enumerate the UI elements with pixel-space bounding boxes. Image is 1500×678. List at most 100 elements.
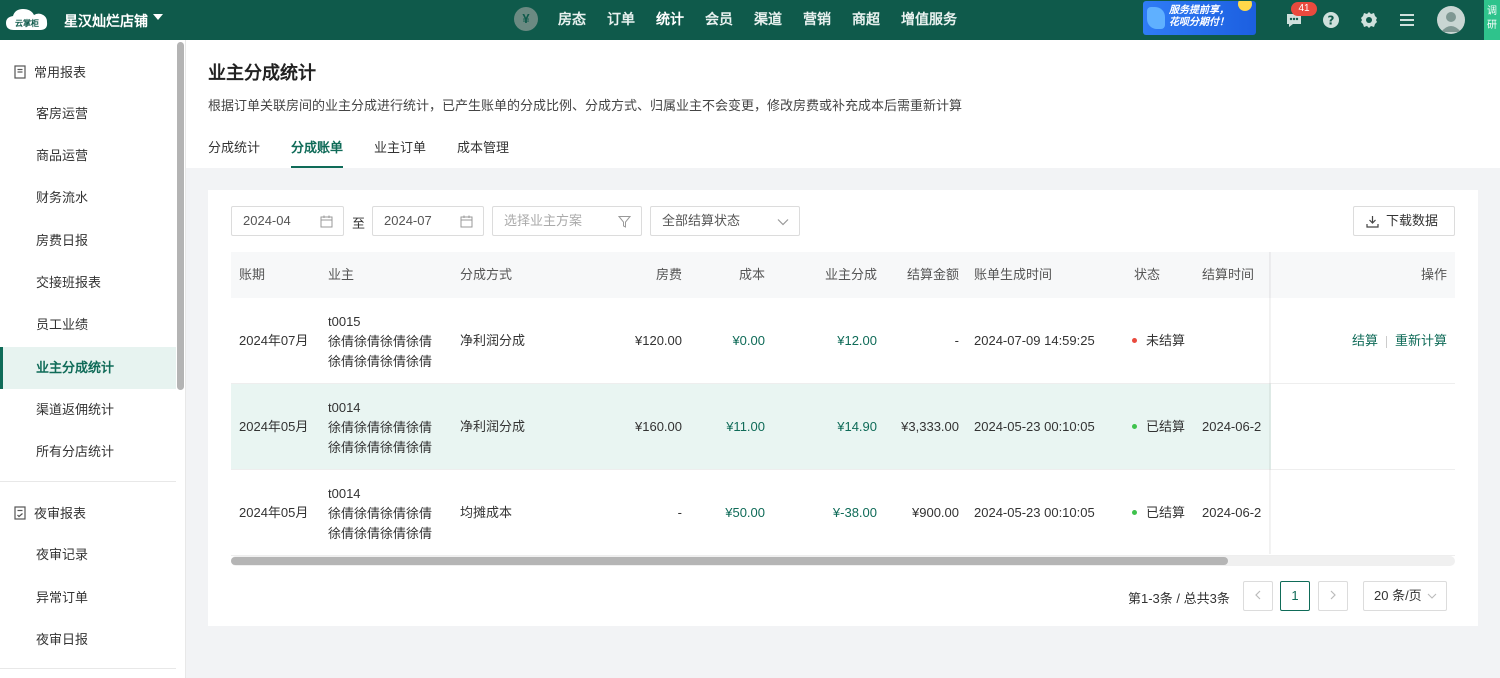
nav-orders[interactable]: 订单 (607, 0, 635, 40)
cell-room-fee: ¥160.00 (635, 419, 682, 434)
recalculate-button[interactable]: 重新计算 (1395, 333, 1447, 348)
cell-cost: ¥0.00 (732, 333, 765, 348)
cell-owner-share: ¥12.00 (837, 333, 877, 348)
sidebar-scrollbar[interactable] (177, 42, 184, 390)
nav-value-added-services[interactable]: 增值服务 (901, 0, 957, 40)
settle-button[interactable]: 结算 (1352, 333, 1378, 348)
svg-text:?: ? (1328, 14, 1335, 28)
settings-gear-icon[interactable] (1359, 10, 1379, 30)
sidebar-item-finance-flow[interactable]: 财务流水 (0, 177, 176, 219)
start-month-picker[interactable]: 2024-04 (231, 206, 344, 236)
sidebar-group-night-audit[interactable]: 夜审报表 (14, 503, 86, 522)
tab-share-stats[interactable]: 分成统计 (208, 137, 260, 168)
owner-plan-select[interactable]: 选择业主方案 (492, 206, 642, 236)
cell-owner: t0014 徐倩徐倩徐倩徐倩 徐倩徐倩徐倩徐倩 (328, 398, 432, 458)
operations-header: 操作 (1271, 252, 1455, 298)
sidebar-item-room-fee-daily[interactable]: 房费日报 (0, 220, 176, 262)
cell-settle-time: 2024-06-2 (1202, 505, 1262, 520)
sidebar: 常用报表 客房运营 商品运营 财务流水 房费日报 交接班报表 员工业绩 业主分成… (0, 40, 186, 678)
owner-name-line: 徐倩徐倩徐倩徐倩 (328, 334, 433, 349)
cell-cost: ¥11.00 (726, 419, 765, 434)
cell-owner-share: ¥14.90 (837, 419, 877, 434)
owner-name-line: 徐倩徐倩徐倩徐倩 (328, 420, 433, 435)
sidebar-item-shift-report[interactable]: 交接班报表 (0, 262, 176, 304)
nav-statistics[interactable]: 统计 (656, 0, 684, 40)
promo-line-2: 花呗分期付！ (1169, 17, 1229, 28)
prev-page-button[interactable] (1243, 581, 1273, 611)
cloud-logo-icon[interactable]: 云掌柜 (4, 6, 50, 34)
audit-report-icon (14, 505, 26, 520)
settlement-status-select[interactable]: 全部结算状态 (650, 206, 800, 236)
calendar-icon (320, 215, 333, 228)
menu-icon[interactable] (1397, 10, 1417, 30)
logo-text: 云掌柜 (15, 18, 39, 28)
cell-room-fee: ¥120.00 (635, 333, 682, 348)
nav-channels[interactable]: 渠道 (754, 0, 782, 40)
sidebar-group-label: 夜审报表 (34, 506, 87, 521)
sidebar-item-night-audit-records[interactable]: 夜审记录 (0, 534, 176, 576)
sidebar-item-all-branches[interactable]: 所有分店统计 (0, 431, 176, 473)
status-unsettled-dot-icon (1132, 338, 1137, 344)
pagination-total: 第1-3条 / 总共3条 (1128, 591, 1230, 606)
nav-marketing[interactable]: 营销 (803, 0, 831, 40)
page-number-button[interactable]: 1 (1280, 581, 1310, 611)
yen-icon[interactable]: ¥ (514, 7, 538, 31)
store-switch-caret-icon[interactable] (153, 14, 163, 20)
promo-banner[interactable]: 服务提前享， 花呗分期付！ (1143, 1, 1256, 35)
sidebar-item-room-operations[interactable]: 客房运营 (0, 93, 176, 135)
tab-cost-management[interactable]: 成本管理 (457, 137, 509, 168)
nav-mall[interactable]: 商超 (852, 0, 880, 40)
sidebar-item-goods-operations[interactable]: 商品运营 (0, 135, 176, 177)
col-cost: 成本 (738, 267, 765, 282)
sidebar-group-common-reports[interactable]: 常用报表 (14, 62, 86, 81)
tab-bar: 分成统计 分成账单 业主订单 成本管理 (208, 137, 540, 168)
status-text: 已结算 (1146, 419, 1186, 434)
cell-owner: t0015 徐倩徐倩徐倩徐倩 徐倩徐倩徐倩徐倩 (328, 312, 432, 372)
page-header: 业主分成统计 根据订单关联房间的业主分成进行统计，已产生账单的分成比例、分成方式… (186, 40, 1500, 168)
col-status: 状态 (1134, 267, 1161, 282)
sidebar-item-owner-share-stats[interactable]: 业主分成统计 (0, 347, 176, 389)
cell-bill-time: 2024-07-09 14:59:25 (974, 333, 1095, 348)
sidebar-item-channel-commission[interactable]: 渠道返佣统计 (0, 389, 176, 431)
download-data-button[interactable]: 下载数据 (1353, 206, 1455, 236)
survey-side-tab[interactable]: 调研 (1484, 0, 1500, 40)
cell-period: 2024年05月 (239, 505, 309, 520)
cell-settle-amount: ¥3,333.00 (901, 419, 959, 434)
tab-owner-orders[interactable]: 业主订单 (374, 137, 426, 168)
status-text: 已结算 (1146, 505, 1186, 520)
page-title: 业主分成统计 (208, 63, 316, 83)
owner-plan-placeholder: 选择业主方案 (504, 213, 583, 228)
sidebar-item-staff-performance[interactable]: 员工业绩 (0, 304, 176, 346)
end-month-value: 2024-07 (384, 213, 432, 228)
col-method: 分成方式 (460, 267, 513, 282)
cell-method: 净利润分成 (460, 419, 526, 434)
help-icon[interactable]: ? (1321, 10, 1341, 30)
cell-owner-share: ¥-38.00 (832, 505, 877, 520)
sidebar-item-night-audit-daily[interactable]: 夜审日报 (0, 619, 176, 661)
store-name[interactable]: 星汉灿烂店铺 (64, 11, 148, 31)
cell-settle-time: 2024-06-2 (1202, 419, 1262, 434)
operations-column: 操作 结算 重新计算 (1271, 252, 1455, 556)
table-horizontal-scrollbar[interactable] (231, 556, 1455, 566)
owner-code: t0014 (328, 486, 361, 501)
nav-room-status[interactable]: 房态 (558, 0, 586, 40)
tab-share-bills[interactable]: 分成账单 (291, 137, 344, 168)
page-size-select[interactable]: 20 条/页 (1363, 581, 1447, 611)
main-nav: 房态 订单 统计 会员 渠道 营销 商超 增值服务 (558, 0, 978, 40)
settlement-status-value: 全部结算状态 (662, 213, 741, 228)
status-settled-dot-icon (1132, 424, 1137, 430)
cell-status: 已结算 (1132, 384, 1185, 470)
cell-method: 均摊成本 (460, 505, 513, 520)
user-avatar[interactable] (1437, 6, 1465, 34)
next-page-button[interactable] (1318, 581, 1348, 611)
nav-members[interactable]: 会员 (705, 0, 733, 40)
owner-code: t0014 (328, 400, 361, 415)
scrollbar-thumb[interactable] (231, 557, 1228, 565)
end-month-picker[interactable]: 2024-07 (372, 206, 484, 236)
cell-period: 2024年07月 (239, 333, 309, 348)
col-ops: 操作 (1420, 267, 1447, 282)
user-avatar-icon (1441, 12, 1461, 32)
cell-period: 2024年05月 (239, 419, 309, 434)
chevron-down-icon (1427, 593, 1437, 599)
sidebar-item-abnormal-orders[interactable]: 异常订单 (0, 577, 176, 619)
